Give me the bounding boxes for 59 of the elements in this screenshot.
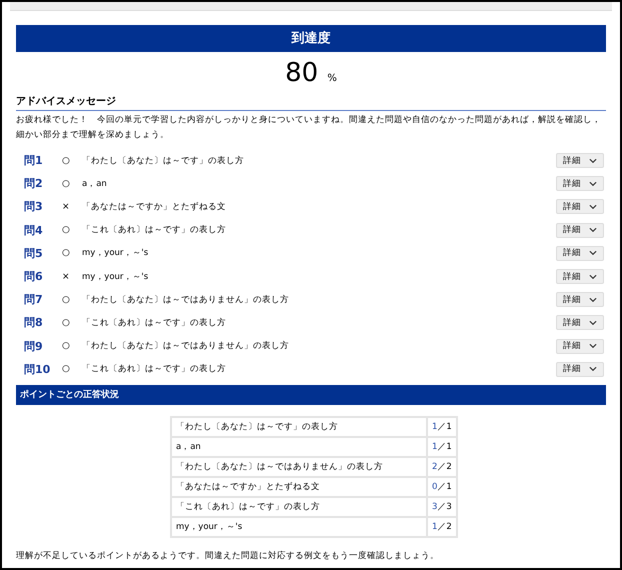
details-button[interactable]: 詳細 [556, 153, 604, 168]
score-value: 80 [285, 58, 318, 88]
details-button[interactable]: 詳細 [556, 338, 604, 354]
result-mark: ○ [62, 364, 71, 374]
question-number: 問7 [23, 292, 44, 308]
question-number: 問5 [23, 246, 44, 261]
section-header: ポイントごとの正答状況 [16, 384, 606, 405]
details-button[interactable]: 詳細 [556, 176, 604, 192]
table-cell: 「あなたは～ですか」とたずねる文 [171, 476, 427, 497]
result-mark: × [62, 202, 71, 212]
details-button[interactable]: 詳細 [556, 199, 604, 214]
question-topic: a，an [82, 178, 108, 190]
question-number: 問4 [23, 222, 44, 238]
footer-message: 理解が不足しているポイントがあるようです。間違えた問題に対応する例文をもう一度確認しましょう。 [16, 550, 440, 562]
score-cell: 2／2 [427, 456, 457, 477]
question-topic: 「これ〔あれ〕は～です」の表し方 [82, 363, 227, 376]
details-button[interactable]: 詳細 [556, 269, 604, 284]
question-topic: my，your，～'s [82, 270, 150, 283]
question-topic: 「わたし〔あなた〕は～です」の表し方 [82, 154, 245, 167]
result-mark: ○ [62, 341, 71, 352]
details-button[interactable]: 詳細 [556, 315, 604, 330]
details-button[interactable]: 詳細 [556, 222, 604, 238]
score-cell: 3／3 [427, 496, 457, 517]
question-number: 問9 [23, 338, 44, 354]
question-number: 問10 [23, 362, 52, 377]
question-number: 問2 [23, 176, 44, 192]
result-mark: ○ [62, 248, 71, 258]
advice-message: お疲れ様でした！ 今回の単元で学習した内容がしっかりと身についていますね。間違えた問題や自信のなかった問題があれば，解説を確認し，細かい部分まで理解を深めましょう。 [16, 114, 602, 142]
result-mark: ○ [62, 178, 71, 189]
details-button[interactable]: 詳細 [556, 246, 604, 261]
question-number: 問1 [23, 153, 44, 168]
result-mark: ○ [62, 156, 71, 166]
score-unit: % [327, 73, 337, 84]
question-topic: 「わたし〔あなた〕は～ではありません」の表し方 [82, 294, 290, 306]
table-cell: my，your，～'s [171, 516, 427, 537]
table-cell: a，an [171, 436, 427, 457]
result-mark: ○ [62, 318, 71, 328]
score-cell: 1／2 [427, 516, 457, 537]
table-cell: 「わたし〔あなた〕は～です」の表し方 [171, 416, 427, 437]
score-cell: 1／1 [427, 416, 457, 437]
score-cell: 0／1 [427, 476, 457, 497]
question-topic: my，your，～'s [82, 247, 150, 260]
question-topic: 「あなたは～ですか」とたずねる文 [82, 200, 227, 213]
result-mark: ○ [62, 294, 71, 305]
question-number: 問3 [23, 199, 44, 214]
score-cell: 1／1 [427, 436, 457, 457]
details-button[interactable]: 詳細 [556, 362, 604, 377]
section-header: 到達度 [16, 25, 606, 52]
table-cell: 「わたし〔あなた〕は～ではありません」の表し方 [171, 456, 427, 477]
question-topic: 「これ〔あれ〕は～です」の表し方 [82, 316, 227, 329]
result-mark: × [62, 272, 71, 282]
table-cell: 「これ〔あれ〕は～です」の表し方 [171, 496, 427, 517]
question-number: 問8 [23, 315, 44, 330]
question-topic: 「わたし〔あなた〕は～ではありません」の表し方 [82, 340, 290, 352]
result-mark: ○ [62, 225, 71, 236]
details-button[interactable]: 詳細 [556, 292, 604, 308]
advice-heading: アドバイスメッセージ [16, 94, 606, 111]
question-number: 問6 [23, 269, 44, 284]
question-topic: 「これ〔あれ〕は～です」の表し方 [82, 224, 227, 236]
